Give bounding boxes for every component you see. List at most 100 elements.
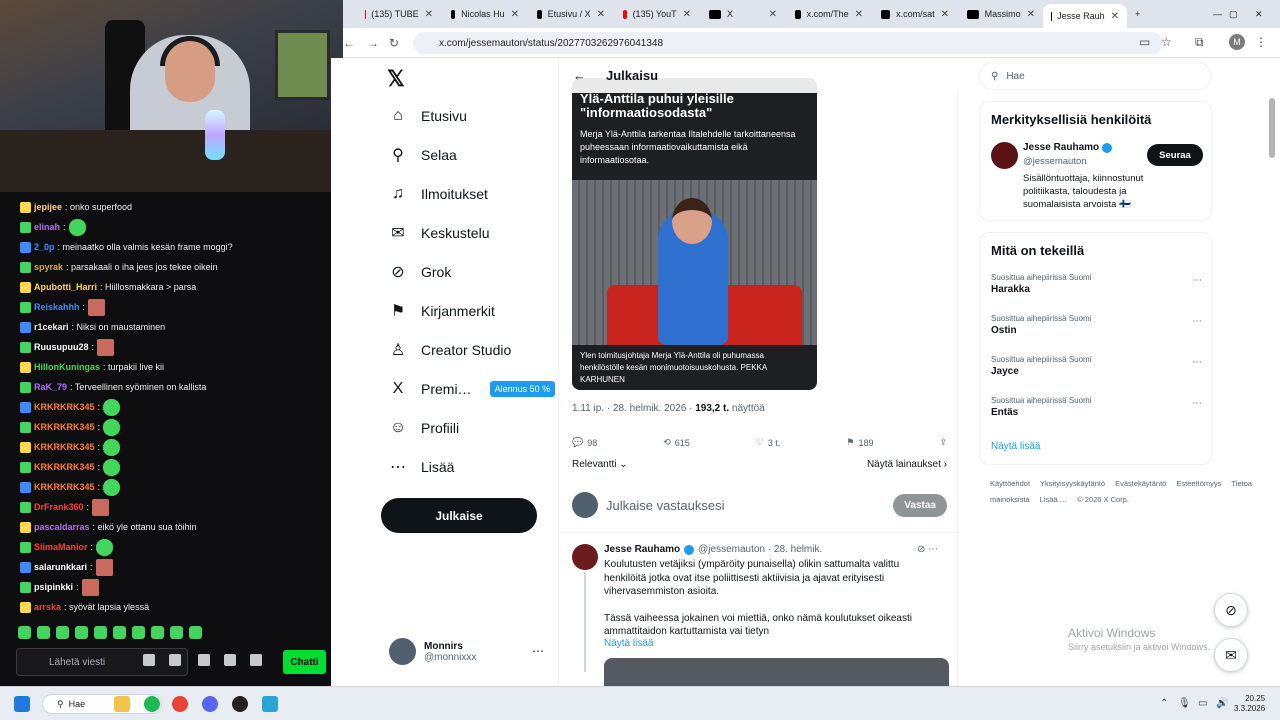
account-switcher[interactable]: Monnirs @monnixxx [389,638,476,665]
tab-close-icon[interactable]: ✕ [941,9,949,20]
share-action[interactable]: ⇪ [939,437,947,448]
post-image[interactable]: Ylä-Anttila puhui yleisille "informaatio… [572,78,817,390]
reload-icon[interactable]: ↻ [389,36,399,50]
chrome-icon[interactable] [172,696,188,712]
grok-fab-icon[interactable]: ⊘ [1214,593,1248,627]
avatar[interactable] [572,544,598,570]
microphone-icon[interactable]: 🎙 [1178,698,1191,709]
nav-item[interactable]: ⌂ Etusivu [389,104,467,128]
chat-username[interactable]: jepijee [34,202,62,212]
chat-username[interactable]: KRKRKRK345 [34,442,95,452]
maximize-button[interactable]: ▢ [1221,4,1246,24]
nav-item[interactable]: ♫ Ilmoitukset [389,182,488,206]
browser-tab[interactable]: x.com/sat ✕ [873,4,957,24]
trend-item[interactable]: Suosittua aihepiirissä Suomi Harakka ⋯ [991,273,1206,295]
file-explorer-icon[interactable] [114,696,130,712]
messages-fab-icon[interactable]: ✉ [1214,638,1248,672]
nav-item[interactable]: X Premi… Alennus 50 % [389,377,556,401]
show-more-link[interactable]: Näytä lisää [991,441,1040,452]
chat-username[interactable]: 2_0p [34,242,55,252]
chat-username[interactable]: KRKRKRK345 [34,482,95,492]
back-arrow-icon[interactable]: ← [573,68,586,83]
trend-item[interactable]: Suosittua aihepiirissä Suomi Entäs ⋯ [991,396,1206,418]
reply-button[interactable]: Vastaa [893,493,947,517]
chat-username[interactable]: elinah [34,222,60,232]
person-name[interactable]: Jesse Rauhamo [1023,142,1113,153]
tab-close-icon[interactable]: ✕ [855,9,863,20]
browser-tab[interactable]: Jesse Rauh ✕ [1043,4,1127,28]
reply-grok-more[interactable]: ⊘ ⋯ [917,544,938,555]
chat-username[interactable]: KRKRKRK345 [34,462,95,472]
avatar[interactable] [991,142,1018,169]
windows-start-icon[interactable] [14,696,30,712]
browser-tab[interactable]: Nicolas Hu ✕ [443,4,527,24]
browser-tab[interactable]: x.com/The ✕ [787,4,871,24]
nav-item[interactable]: ☺ Profiili [389,416,459,440]
nav-item[interactable]: ⚲ Selaa [389,143,457,167]
cast-icon[interactable]: ▭ [1139,35,1150,49]
chat-action-icons[interactable] [198,654,262,666]
browser-tab[interactable]: Etusivu / X ✕ [529,4,613,24]
taskbar-clock[interactable]: 20.25 3.3.2026 [1234,694,1265,714]
tab-close-icon[interactable]: ✕ [511,9,519,20]
browser-tab[interactable]: (135) YouT ✕ [615,4,699,24]
scrollbar[interactable] [1269,98,1275,158]
reply-input[interactable]: Julkaise vastauksesi [606,498,725,513]
discord-icon[interactable] [202,696,218,712]
chat-username[interactable]: DrFrank360 [34,502,84,512]
browser-tab[interactable]: (135) TUBE ✕ [357,4,441,24]
chat-username[interactable]: HillonKuningas [34,362,100,372]
x-logo-icon[interactable]: 𝕏 [387,66,405,92]
obs-icon[interactable] [232,696,248,712]
chat-username[interactable]: KRKRKRK345 [34,422,95,432]
post-button[interactable]: Julkaise [381,498,537,533]
footer-link[interactable]: Yksityisyyskäytäntö [1040,479,1105,488]
reply-media[interactable] [604,658,949,686]
nav-item[interactable]: ♙ Creator Studio [389,338,511,362]
chat-username[interactable]: r1cekari [34,322,69,332]
profile-avatar[interactable]: M [1229,34,1245,50]
chat-send-button[interactable]: Chatti [283,650,326,674]
chat-username[interactable]: Apubotti_Harri [34,282,97,292]
chat-username[interactable]: KRKRKRK345 [34,402,95,412]
chat-username[interactable]: spyrak [34,262,63,272]
trend-item[interactable]: Suosittua aihepiirissä Suomi Jayce ⋯ [991,355,1206,377]
chat-username[interactable]: SiimaManior [34,542,88,552]
search-input[interactable]: ⚲ Hae [979,62,1212,90]
tab-close-icon[interactable]: ✕ [425,9,433,20]
footer-link[interactable]: Evästekäytäntö [1115,479,1166,488]
more-icon[interactable]: ⋯ [1192,275,1202,286]
footer-link[interactable]: © 2026 X Corp. [1077,495,1129,504]
sort-dropdown[interactable]: Relevantti ⌄ [572,459,628,470]
more-icon[interactable]: ⋯ [1192,398,1202,409]
chat-username[interactable]: RaK_79 [34,382,67,392]
chat-username[interactable]: arrska [34,602,61,612]
post-time[interactable]: 1.11 ip. · 28. helmik. 2026 · [572,403,695,414]
bookmark-action[interactable]: ⚑ 189 [846,437,873,448]
tab-close-icon[interactable]: ✕ [683,9,691,20]
more-icon[interactable]: ⋯ [532,644,544,658]
tab-close-icon[interactable]: ✕ [1027,9,1035,20]
tab-close-icon[interactable]: ✕ [769,9,777,20]
spotify-icon[interactable] [144,696,160,712]
volume-icon[interactable]: 🔊 [1216,698,1228,709]
browser-tab[interactable]: Massimo ✕ [959,4,1043,24]
emote-bar[interactable] [18,626,202,639]
close-window-button[interactable]: ✕ [1247,4,1271,24]
chevron-up-icon[interactable]: ⌃ [1160,698,1168,709]
footer-link[interactable]: Esteettömyys [1176,479,1221,488]
chat-username[interactable]: pascaldarras [34,522,90,532]
nav-item[interactable]: ⊘ Grok [389,260,451,284]
reply-author-name[interactable]: Jesse Rauhamo [604,544,680,555]
notepad-icon[interactable] [262,696,278,712]
browser-tab[interactable]: X ✕ [701,4,785,24]
reply-action[interactable]: 💬 98 [572,437,597,448]
repost-action[interactable]: ⟲ 615 [663,437,690,448]
chat-username[interactable]: psipinkki [34,582,73,592]
chat-input-tools[interactable] [143,654,181,666]
like-action[interactable]: ♡ 3 t. [756,437,781,448]
extensions-icon[interactable]: ⧉ [1195,35,1204,50]
footer-link[interactable]: Käyttöehdot [990,479,1030,488]
nav-item[interactable]: ⚑ Kirjanmerkit [389,299,495,323]
menu-icon[interactable]: ⋮ [1255,35,1267,49]
